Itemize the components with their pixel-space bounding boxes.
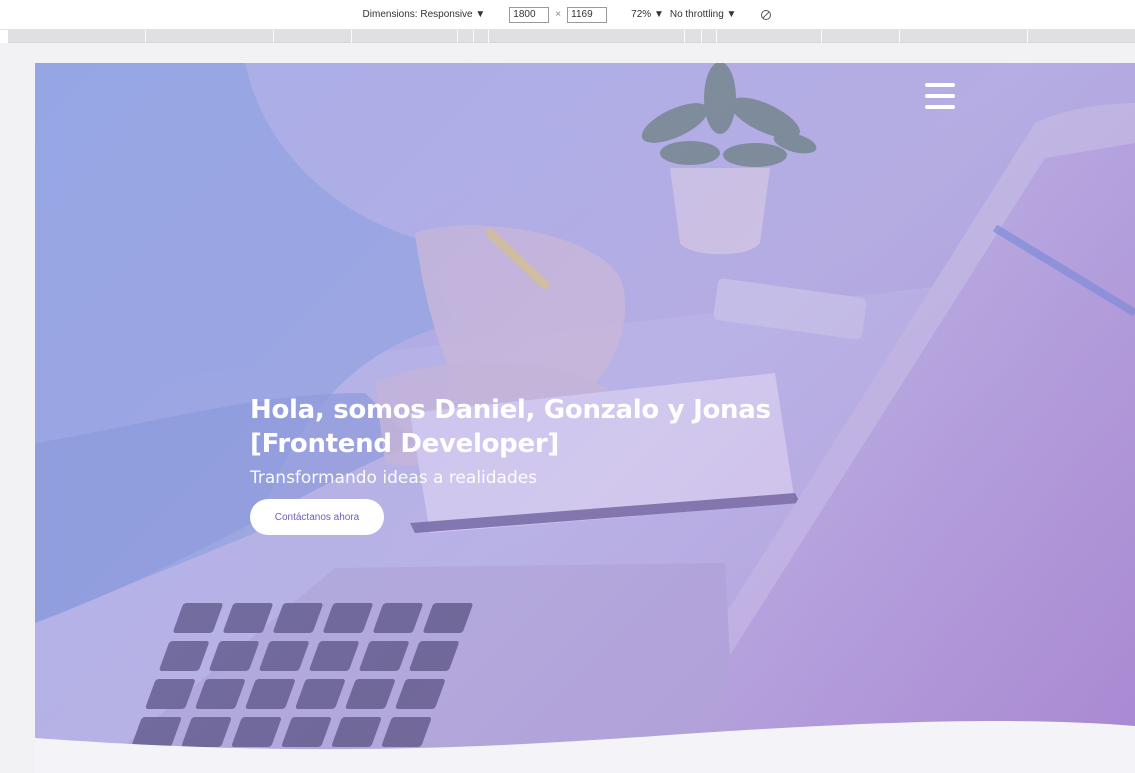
media-query-segment[interactable] xyxy=(488,30,489,43)
media-query-segment[interactable] xyxy=(716,30,717,43)
menu-bar xyxy=(925,83,955,87)
throttling-dropdown[interactable]: No throttling ▼ xyxy=(670,9,737,20)
hero-section: Hola, somos Daniel, Gonzalo y Jonas [Fro… xyxy=(35,63,1135,753)
hero-subtitle: Transformando ideas a realidades xyxy=(250,468,538,488)
width-input[interactable] xyxy=(509,6,550,23)
media-query-segment[interactable] xyxy=(473,30,474,43)
device-toolbar-controls: Dimensions: Responsive ▼ × 72% ▼ No thro… xyxy=(363,6,773,23)
zoom-label: 72% xyxy=(631,9,652,20)
media-query-segment[interactable] xyxy=(351,30,352,43)
media-query-segment[interactable] xyxy=(701,30,702,43)
media-query-segment[interactable] xyxy=(145,30,146,43)
hamburger-menu-icon[interactable] xyxy=(925,83,955,109)
media-query-ruler[interactable] xyxy=(8,30,1135,43)
dimensions-times: × xyxy=(555,9,562,20)
menu-bar xyxy=(925,94,955,98)
zoom-dropdown-arrow-icon: ▼ xyxy=(653,9,664,20)
height-input[interactable] xyxy=(567,6,608,23)
hero-content: Hola, somos Daniel, Gonzalo y Jonas [Fro… xyxy=(250,393,890,535)
throttling-label: No throttling xyxy=(669,9,724,20)
media-query-segment[interactable] xyxy=(457,30,458,43)
dimensions-dropdown-arrow-icon: ▼ xyxy=(475,9,486,20)
page-viewport: Hola, somos Daniel, Gonzalo y Jonas [Fro… xyxy=(0,43,1135,773)
zoom-dropdown[interactable]: 72% ▼ xyxy=(631,9,664,20)
device-toolbar: Dimensions: Responsive ▼ × 72% ▼ No thro… xyxy=(0,0,1135,30)
hero-title-line1: Hola, somos Daniel, Gonzalo y Jonas xyxy=(250,395,771,425)
media-query-segment[interactable] xyxy=(899,30,900,43)
media-query-segment[interactable] xyxy=(273,30,274,43)
media-query-segment[interactable] xyxy=(821,30,822,43)
dimensions-dropdown[interactable]: Dimensions: Responsive ▼ xyxy=(363,9,486,20)
throttling-dropdown-arrow-icon: ▼ xyxy=(726,9,737,20)
rotate-icon[interactable] xyxy=(760,9,772,21)
next-section-background xyxy=(35,753,1135,773)
hero-bottom-wave xyxy=(35,721,1135,753)
menu-bar xyxy=(925,105,955,109)
media-query-segment[interactable] xyxy=(1027,30,1028,43)
dimensions-label: Dimensions: Responsive xyxy=(362,9,473,20)
media-query-segment[interactable] xyxy=(684,30,685,43)
hero-title-line2: [Frontend Developer] xyxy=(250,429,559,459)
hero-title: Hola, somos Daniel, Gonzalo y Jonas [Fro… xyxy=(250,393,890,461)
contact-now-button[interactable]: Contáctanos ahora xyxy=(250,499,384,535)
